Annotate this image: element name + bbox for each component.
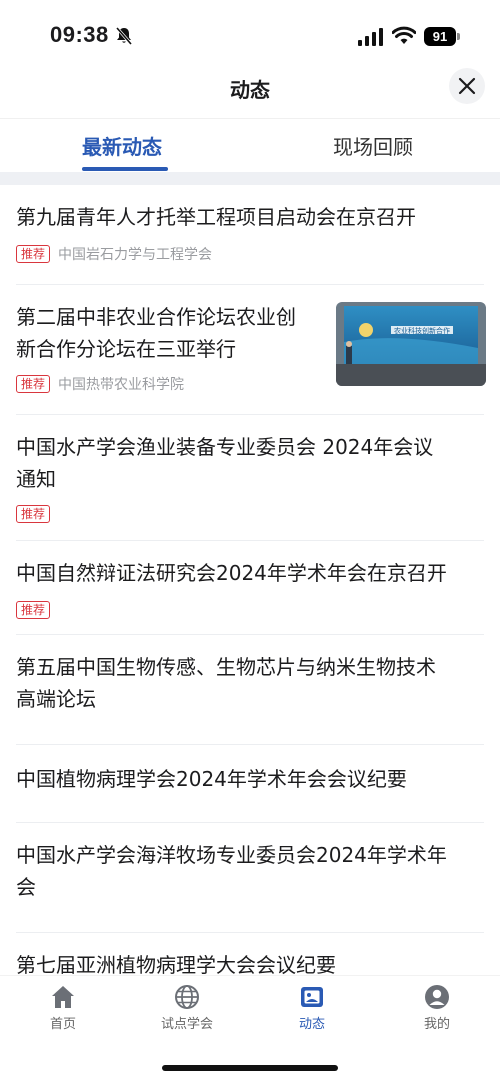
news-item[interactable]: 中国水产学会渔业装备专业委员会 2024年会议 通知 推荐 (0, 415, 500, 541)
tabbar-profile[interactable]: 我的 (387, 984, 487, 1032)
news-title-line: 第二届中非农业合作论坛农业创 (16, 305, 296, 329)
news-title: 第五届中国生物传感、生物芯片与纳米生物技术 高端论坛 (16, 651, 436, 715)
news-item[interactable]: 第七届亚洲植物病理学大会会议纪要 (0, 933, 500, 975)
conference-photo: 农业科技创新合作 (336, 302, 486, 386)
news-source: 中国岩石力学与工程学会 (58, 246, 213, 263)
tab-event-replay[interactable]: 现场回顾 (333, 131, 413, 160)
thumbnail-banner-text: 农业科技创新合作 (394, 326, 450, 335)
news-title-line: 中国水产学会渔业装备专业委员会 2024年会议 (16, 435, 434, 459)
news-title-line: 新合作分论坛在三亚举行 (16, 337, 236, 361)
news-meta: 推荐 (16, 599, 51, 619)
status-bar: 09:38 91 (0, 0, 500, 62)
battery-level: 91 (424, 27, 456, 46)
home-indicator (162, 1065, 338, 1071)
globe-icon (175, 985, 199, 1009)
tab-bar-top: 最新动态 现场回顾 (0, 118, 500, 172)
battery-indicator: 91 (424, 27, 460, 46)
news-title: 第九届青年人才托举工程项目启动会在京召开 (16, 205, 416, 229)
bell-slash-icon (115, 27, 133, 45)
active-tab-indicator (82, 167, 168, 171)
news-title-line: 第五届中国生物传感、生物芯片与纳米生物技术 (16, 655, 436, 679)
recommend-tag: 推荐 (16, 600, 51, 619)
news-title-line: 通知 (16, 467, 56, 491)
close-icon (458, 77, 476, 95)
news-title-line: 高端论坛 (16, 687, 96, 711)
tabbar-news[interactable]: 动态 (262, 984, 362, 1032)
news-title: 第七届亚洲植物病理学大会会议纪要 (16, 953, 336, 975)
tab-latest-news[interactable]: 最新动态 (82, 131, 162, 160)
news-title: 中国水产学会海洋牧场专业委员会2024年学术年 会 (16, 839, 447, 903)
wifi-icon (392, 26, 416, 44)
news-item[interactable]: 第二届中非农业合作论坛农业创 新合作分论坛在三亚举行 推荐 中国热带农业科学院 农… (0, 285, 500, 415)
news-title-line: 会 (16, 875, 36, 899)
status-time: 09:38 (50, 22, 109, 47)
news-item[interactable]: 第九届青年人才托举工程项目启动会在京召开 推荐 中国岩石力学与工程学会 (0, 185, 500, 285)
news-meta: 推荐 中国热带农业科学院 (16, 373, 184, 393)
news-item[interactable]: 中国自然辩证法研究会2024年学术年会在京召开 推荐 (0, 541, 500, 635)
recommend-tag: 推荐 (16, 244, 51, 263)
tabbar-pilot-societies[interactable]: 试点学会 (137, 984, 237, 1032)
news-thumbnail[interactable]: 农业科技创新合作 (336, 302, 486, 386)
recommend-tag: 推荐 (16, 374, 51, 393)
news-title: 第二届中非农业合作论坛农业创 新合作分论坛在三亚举行 (16, 301, 296, 365)
news-title-line: 中国水产学会海洋牧场专业委员会2024年学术年 (16, 843, 447, 867)
tabbar-home[interactable]: 首页 (13, 984, 113, 1032)
news-meta: 推荐 中国岩石力学与工程学会 (16, 243, 212, 263)
news-meta: 推荐 (16, 503, 51, 523)
news-title: 中国水产学会渔业装备专业委员会 2024年会议 通知 (16, 431, 433, 495)
home-icon (52, 986, 74, 1008)
profile-icon (425, 985, 449, 1009)
page-title: 动态 (230, 78, 270, 102)
news-source: 中国热带农业科学院 (58, 376, 185, 393)
close-button[interactable] (449, 68, 485, 104)
news-title: 中国植物病理学会2024年学术年会会议纪要 (16, 767, 407, 791)
battery-tip (457, 33, 460, 40)
news-item[interactable]: 第五届中国生物传感、生物芯片与纳米生物技术 高端论坛 (0, 635, 500, 745)
tabbar-label: 试点学会 (160, 1017, 213, 1032)
tabbar-label: 首页 (49, 1017, 76, 1032)
recommend-tag: 推荐 (16, 504, 51, 523)
news-list: 第九届青年人才托举工程项目启动会在京召开 推荐 中国岩石力学与工程学会 第二届中非… (0, 185, 500, 975)
page-header: 动态 (0, 62, 500, 118)
news-item[interactable]: 中国植物病理学会2024年学术年会会议纪要 (0, 745, 500, 823)
section-separator (0, 172, 500, 185)
signal-icon (358, 28, 383, 46)
tabbar-label: 我的 (423, 1017, 450, 1032)
news-item[interactable]: 中国水产学会海洋牧场专业委员会2024年学术年 会 (0, 823, 500, 933)
news-icon (301, 987, 323, 1007)
news-title: 中国自然辩证法研究会2024年学术年会在京召开 (16, 561, 447, 585)
tabbar-label: 动态 (298, 1017, 325, 1032)
